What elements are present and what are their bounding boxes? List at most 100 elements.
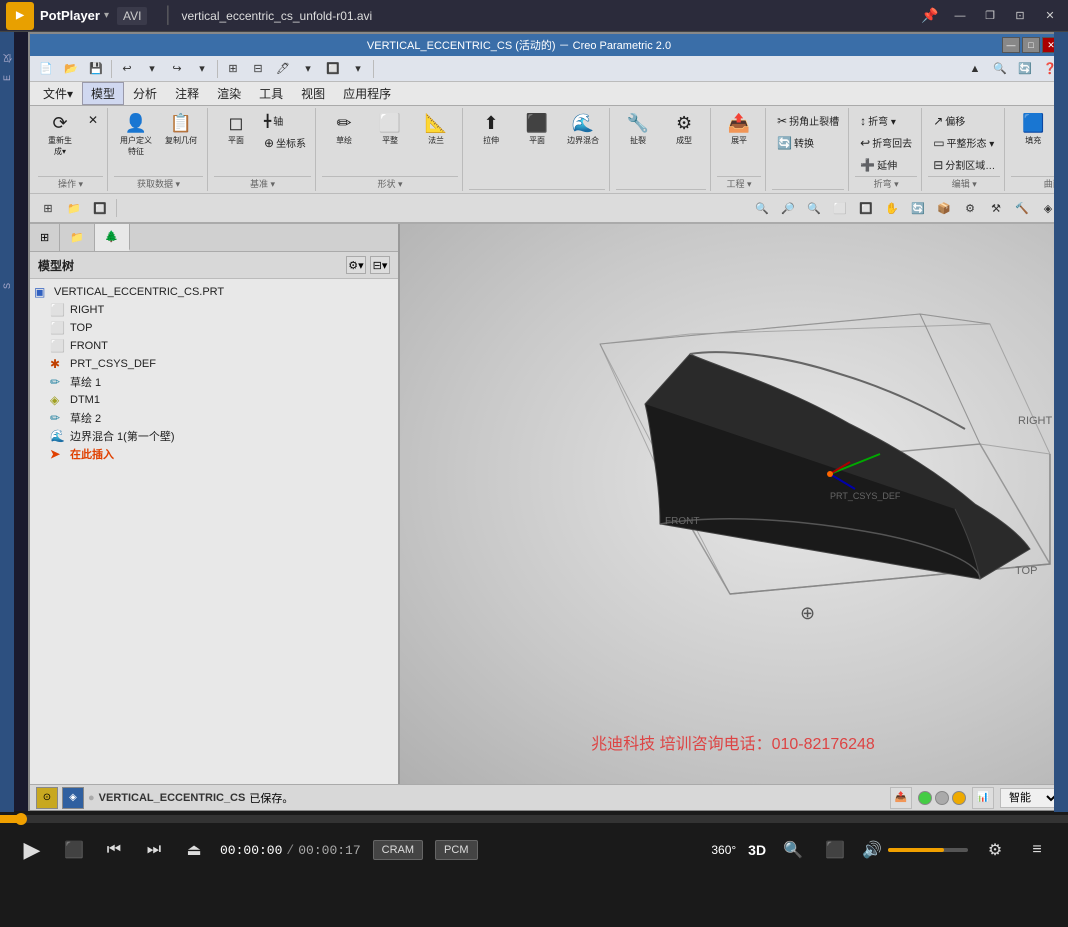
tree-item-insert[interactable]: ➤ 在此插入 <box>30 445 398 463</box>
tb-view-zoom[interactable]: 🔲 <box>854 197 878 219</box>
tb-mode3[interactable]: 🖊 <box>271 58 295 80</box>
rb-fill-plane[interactable]: ⬛ 平面 <box>515 110 559 149</box>
status-graph-btn[interactable]: 📊 <box>972 787 994 809</box>
tb-redo[interactable]: ↪ <box>165 58 189 80</box>
tree-item-sketch2[interactable]: ✏ 草绘 2 <box>30 409 398 427</box>
tree-filter-btn[interactable]: ⊟▾ <box>370 256 390 274</box>
rb-unfold[interactable]: 📤 展平 <box>717 110 761 149</box>
rb-boundary-blend[interactable]: 🌊 边界混合 <box>561 110 605 149</box>
tab-tree[interactable]: 🌲 <box>95 224 130 251</box>
tb-redo-down[interactable]: ▾ <box>190 58 214 80</box>
player-search-btn[interactable]: 🔍 <box>778 835 808 865</box>
stop-button[interactable]: ⬛ <box>60 836 88 864</box>
tb-layer-down[interactable]: ▾ <box>346 58 370 80</box>
tree-item-front[interactable]: ⬜ FRONT <box>30 337 398 355</box>
player-settings-btn[interactable]: ⚙ <box>980 835 1010 865</box>
creo-minimize[interactable]: — <box>1002 37 1020 53</box>
tb-tree-toggle[interactable]: ⊞ <box>36 197 60 219</box>
tab-layout[interactable]: ⊞ <box>30 224 60 251</box>
rb-regenerate[interactable]: ⟳ 重新生成▾ <box>38 110 82 160</box>
rb-sketch[interactable]: ✏ 草绘 <box>322 110 366 149</box>
rb-unbend[interactable]: ↩折弯回去 <box>855 132 917 153</box>
menu-file[interactable]: 文件▾ <box>34 82 82 105</box>
tree-item-top[interactable]: ⬜ TOP <box>30 319 398 337</box>
rb-flange[interactable]: 📐 法兰 <box>414 110 458 149</box>
tree-item-dtm1[interactable]: ◈ DTM1 <box>30 391 398 409</box>
tree-config-btn[interactable]: ⚙▾ <box>346 256 366 274</box>
rb-fill[interactable]: 🟦 填充 <box>1011 110 1055 149</box>
app-dropdown-arrow[interactable]: ▾ <box>104 10 109 21</box>
fullscreen-button[interactable]: ⊡ <box>1006 6 1034 26</box>
tb-undo[interactable]: ↩ <box>115 58 139 80</box>
rb-bend[interactable]: ↕折弯 ▾ <box>855 110 917 131</box>
minimize-button[interactable]: — <box>946 6 974 26</box>
player-capture-btn[interactable]: ⬛ <box>820 835 850 865</box>
tab-folder[interactable]: 📁 <box>60 224 95 251</box>
close-button[interactable]: ✕ <box>1036 6 1064 26</box>
pin-button[interactable]: 📌 <box>918 4 942 28</box>
rb-corner-relief[interactable]: ✂拐角止裂槽 <box>772 110 844 131</box>
rb-split-area[interactable]: ⊟分割区域… <box>928 154 1000 175</box>
menu-analysis[interactable]: 分析 <box>124 82 166 105</box>
tb-open[interactable]: 📂 <box>59 58 83 80</box>
tb-zoom-fit[interactable]: 🔍 <box>750 197 774 219</box>
rb-flat-form[interactable]: ▭平整形态 ▾ <box>928 132 1000 153</box>
rb-csys[interactable]: ⊕坐标系 <box>259 132 311 153</box>
format-badge-pcm[interactable]: PCM <box>435 840 477 860</box>
format-badge-cram[interactable]: CRAM <box>373 840 423 860</box>
tb-search[interactable]: 🔍 <box>988 58 1012 80</box>
tree-item-right[interactable]: ⬜ RIGHT <box>30 301 398 319</box>
rb-axis[interactable]: ╋轴 <box>259 110 311 131</box>
tb-zoom-in[interactable]: 🔎 <box>776 197 800 219</box>
tb-rotate[interactable]: 🔄 <box>906 197 930 219</box>
tb-undo-down[interactable]: ▾ <box>140 58 164 80</box>
tb-pan[interactable]: ✋ <box>880 197 904 219</box>
rb-extrude[interactable]: ⬆ 拉伸 <box>469 110 513 149</box>
menu-model[interactable]: 模型 <box>82 82 124 105</box>
rb-flatten[interactable]: ⬜ 平整 <box>368 110 412 149</box>
tb-settings2[interactable]: ⚒ <box>984 197 1008 219</box>
rb-copy-geom[interactable]: 📋 复制几何 <box>159 110 203 149</box>
tb-layers-btn[interactable]: 🔲 <box>88 197 112 219</box>
menu-render[interactable]: 渲染 <box>208 82 250 105</box>
tb-settings1[interactable]: ⚙ <box>958 197 982 219</box>
viewport[interactable]: RIGHT TOP FRONT PRT_CSYS_DEF ⊕ 兆迪科技 培训咨询… <box>400 224 1066 784</box>
tree-item-root[interactable]: ▣ VERTICAL_ECCENTRIC_CS.PRT <box>30 283 398 301</box>
tb-save[interactable]: 💾 <box>84 58 108 80</box>
tb-mode1[interactable]: ⊞ <box>221 58 245 80</box>
rb-plane[interactable]: ◻ 平面 <box>214 110 258 149</box>
tree-item-sketch1[interactable]: ✏ 草绘 1 <box>30 373 398 391</box>
prev-button[interactable]: ⏮ <box>100 836 128 864</box>
tb-refresh[interactable]: 🔄 <box>1013 58 1037 80</box>
rb-extend[interactable]: ➕延伸 <box>855 154 917 175</box>
volume-bar[interactable] <box>888 848 968 852</box>
menu-apps[interactable]: 应用程序 <box>334 82 400 105</box>
rb-tear[interactable]: 🔧 扯裂 <box>616 110 660 149</box>
tb-layer[interactable]: 🔲 <box>321 58 345 80</box>
tb-view-box[interactable]: ⬜ <box>828 197 852 219</box>
next-button[interactable]: ⏭ <box>140 836 168 864</box>
eject-button[interactable]: ⏏ <box>180 836 208 864</box>
rb-user-feature[interactable]: 👤 用户定义特征 <box>114 110 158 160</box>
restore-button[interactable]: ❐ <box>976 6 1004 26</box>
tree-item-blend[interactable]: 🌊 边界混合 1(第一个壁) <box>30 427 398 445</box>
tb-3d-view[interactable]: 📦 <box>932 197 956 219</box>
tb-settings3[interactable]: 🔨 <box>1010 197 1034 219</box>
tb-help-up[interactable]: ▲ <box>963 58 987 80</box>
rb-cancel[interactable]: ✕ <box>83 110 103 130</box>
menu-tools[interactable]: 工具 <box>250 82 292 105</box>
tb-new[interactable]: 📄 <box>34 58 58 80</box>
mode-select[interactable]: 智能 <box>1000 788 1060 808</box>
tb-folder-btn[interactable]: 📁 <box>62 197 86 219</box>
rb-offset[interactable]: ↗偏移 <box>928 110 1000 131</box>
menu-view[interactable]: 视图 <box>292 82 334 105</box>
volume-icon[interactable]: 🔊 <box>862 840 882 860</box>
rb-form[interactable]: ⚙ 成型 <box>662 110 706 149</box>
tree-item-csys[interactable]: ✱ PRT_CSYS_DEF <box>30 355 398 373</box>
creo-restore[interactable]: □ <box>1022 37 1040 53</box>
status-export-btn[interactable]: 📤 <box>890 787 912 809</box>
player-menu-btn[interactable]: ≡ <box>1022 835 1052 865</box>
tb-zoom-out[interactable]: 🔍 <box>802 197 826 219</box>
menu-annotation[interactable]: 注释 <box>166 82 208 105</box>
rb-convert[interactable]: 🔄转换 <box>772 132 844 153</box>
